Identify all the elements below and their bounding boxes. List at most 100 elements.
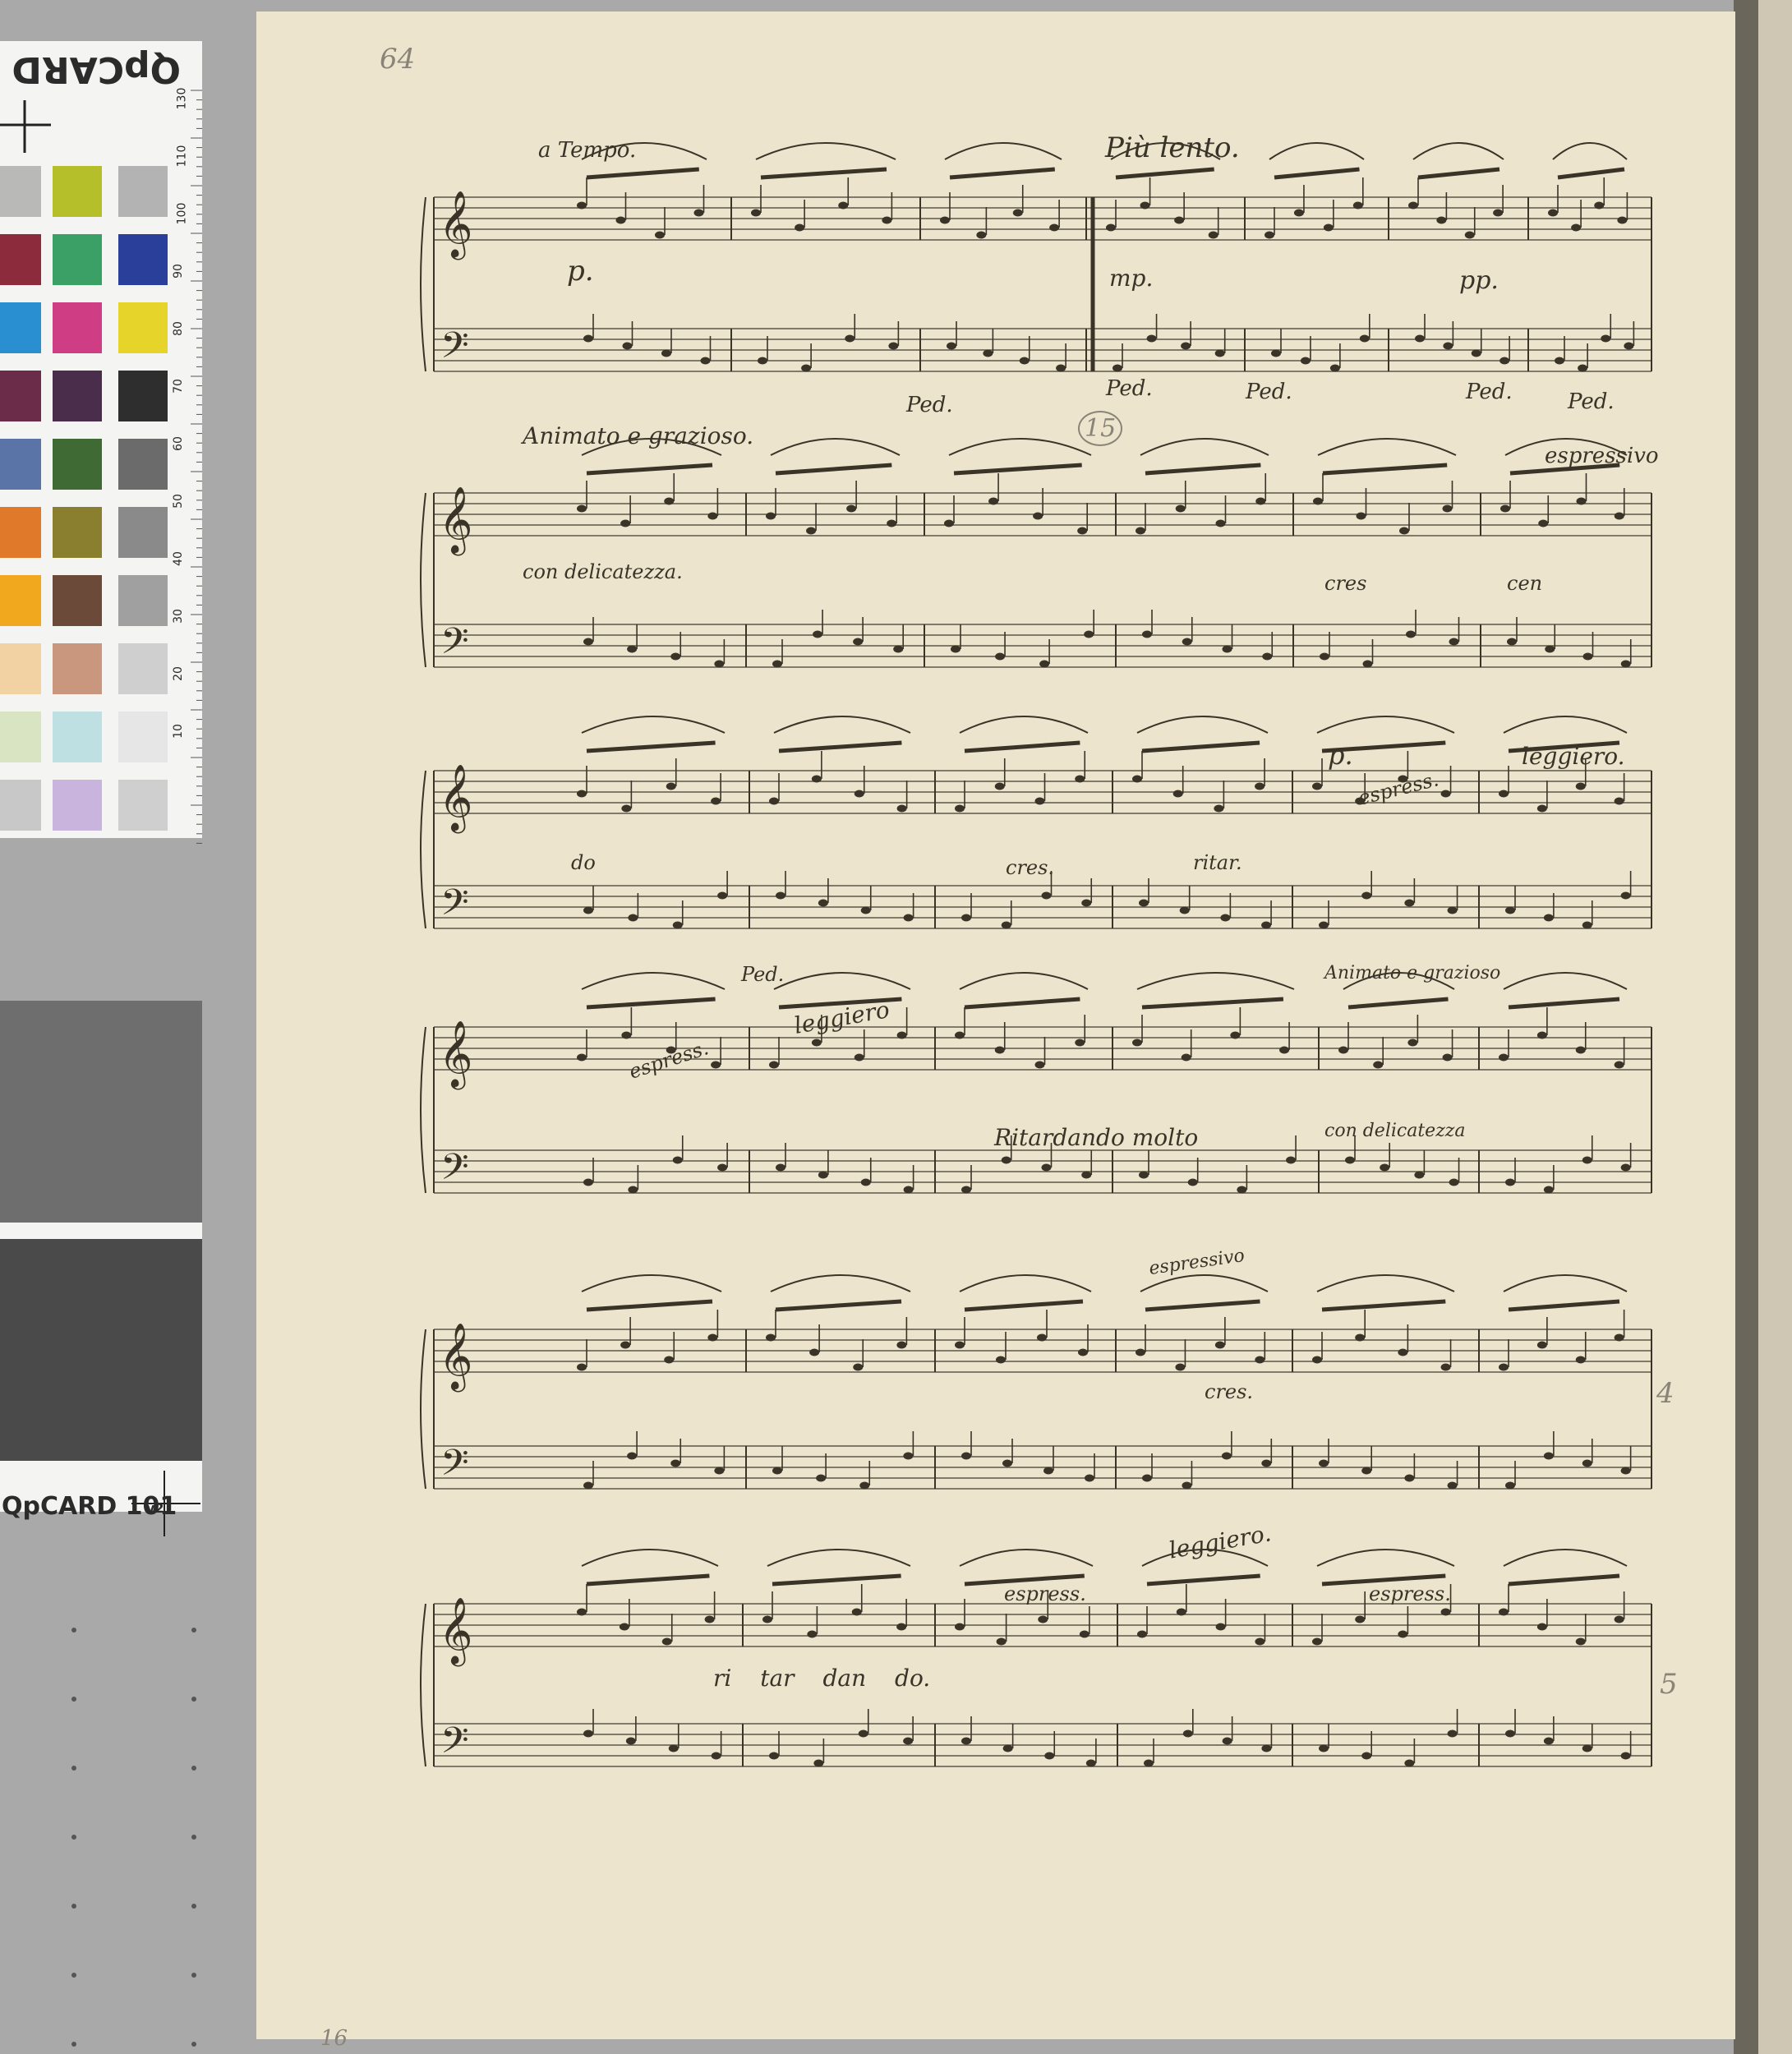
note-head bbox=[1271, 349, 1281, 357]
color-patch bbox=[0, 780, 41, 831]
note-head bbox=[955, 1031, 965, 1039]
note-head bbox=[1144, 1759, 1154, 1767]
note-head bbox=[1578, 364, 1588, 372]
margin-number: 5 bbox=[1660, 1668, 1678, 1701]
note-head bbox=[1373, 1061, 1384, 1069]
note-head bbox=[1538, 519, 1549, 527]
note-head bbox=[1106, 223, 1116, 232]
note-head bbox=[1140, 201, 1150, 210]
note-head bbox=[1380, 1163, 1390, 1172]
note-head bbox=[795, 223, 805, 232]
note-head bbox=[1039, 660, 1050, 668]
note-head bbox=[1056, 364, 1066, 372]
note-head bbox=[846, 504, 857, 513]
note-head bbox=[1261, 1744, 1272, 1752]
note-head bbox=[903, 1186, 914, 1194]
backing-dot bbox=[191, 1628, 196, 1633]
note-head bbox=[711, 1752, 721, 1760]
backing-dot bbox=[191, 1904, 196, 1909]
note-head bbox=[940, 216, 950, 224]
note-head bbox=[961, 1452, 971, 1460]
pedal-marking: Ped. bbox=[1466, 380, 1513, 404]
note-head bbox=[1319, 1744, 1329, 1752]
note-head bbox=[1329, 364, 1340, 372]
note-head bbox=[693, 209, 704, 217]
note-head bbox=[1077, 527, 1088, 535]
note-head bbox=[1361, 1752, 1372, 1760]
ruler-number: 80 bbox=[171, 321, 185, 336]
color-patch bbox=[0, 166, 41, 217]
note-head bbox=[813, 630, 823, 638]
note-head bbox=[1174, 216, 1185, 224]
note-head bbox=[1575, 1637, 1586, 1646]
note-head bbox=[1614, 797, 1624, 805]
note-head bbox=[1312, 1356, 1322, 1364]
note-head bbox=[1038, 1615, 1048, 1623]
note-head bbox=[1142, 1474, 1152, 1482]
note-head bbox=[1132, 1039, 1142, 1047]
note-head bbox=[983, 349, 993, 357]
note-head bbox=[1545, 645, 1555, 653]
note-head bbox=[1132, 775, 1142, 783]
note-head bbox=[838, 201, 849, 210]
note-head bbox=[1355, 1615, 1366, 1623]
color-patch bbox=[118, 575, 168, 626]
note-head bbox=[1440, 1608, 1451, 1616]
ruler-number: 40 bbox=[171, 551, 185, 566]
note-head bbox=[961, 914, 971, 922]
note-head bbox=[811, 1039, 822, 1047]
note-head bbox=[1356, 512, 1366, 520]
note-head bbox=[996, 1637, 1007, 1646]
note-head bbox=[994, 1046, 1005, 1054]
note-head bbox=[1208, 231, 1218, 239]
expression-marking: leggiero. bbox=[1522, 743, 1625, 770]
color-patch bbox=[53, 575, 102, 626]
note-head bbox=[1443, 342, 1453, 350]
card-version: v2 bbox=[146, 1500, 164, 1516]
note-head bbox=[1313, 497, 1323, 505]
note-head bbox=[1041, 1163, 1052, 1172]
note-head bbox=[1536, 1341, 1547, 1349]
note-head bbox=[1493, 209, 1504, 217]
note-head bbox=[1355, 1333, 1366, 1342]
backing-dot bbox=[191, 1973, 196, 1978]
note-head bbox=[714, 660, 725, 668]
note-head bbox=[1034, 1061, 1045, 1069]
note-head bbox=[625, 1737, 636, 1745]
note-head bbox=[903, 1737, 914, 1745]
pedal-marking: Ped. bbox=[1106, 376, 1153, 401]
bass-clef: 𝄢 bbox=[440, 1145, 469, 1197]
note-head bbox=[583, 1481, 593, 1490]
note-head bbox=[583, 1178, 593, 1186]
note-head bbox=[628, 1186, 638, 1194]
note-head bbox=[1543, 1186, 1554, 1194]
note-head bbox=[620, 519, 631, 527]
note-head bbox=[621, 804, 632, 813]
note-head bbox=[1582, 652, 1593, 661]
note-head bbox=[1338, 1046, 1348, 1054]
note-head bbox=[854, 790, 864, 798]
tempo-marking: Ritardando molto bbox=[994, 1124, 1199, 1151]
ruler-number: 30 bbox=[171, 609, 185, 624]
note-head bbox=[858, 1729, 868, 1738]
note-head bbox=[1041, 891, 1052, 900]
color-patch bbox=[118, 371, 168, 421]
note-head bbox=[1499, 1053, 1509, 1062]
tempo-marking: Animato e grazioso. bbox=[523, 422, 754, 449]
page-gutter bbox=[1734, 0, 1758, 2054]
ruler-number: 50 bbox=[171, 494, 185, 509]
note-head bbox=[577, 1363, 587, 1371]
note-head bbox=[801, 364, 812, 372]
page-number: 64 bbox=[380, 43, 416, 76]
note-head bbox=[887, 519, 897, 527]
note-head bbox=[1139, 1171, 1149, 1179]
note-head bbox=[711, 797, 721, 805]
note-head bbox=[809, 1348, 820, 1356]
treble-clef: 𝄞 bbox=[439, 1596, 472, 1666]
expression-marking: cres. bbox=[1205, 1380, 1254, 1403]
gray-patch bbox=[0, 1239, 202, 1461]
treble-clef: 𝄞 bbox=[439, 763, 472, 833]
note-head bbox=[1447, 906, 1458, 914]
note-head bbox=[1543, 1452, 1554, 1460]
note-head bbox=[1582, 1744, 1592, 1752]
